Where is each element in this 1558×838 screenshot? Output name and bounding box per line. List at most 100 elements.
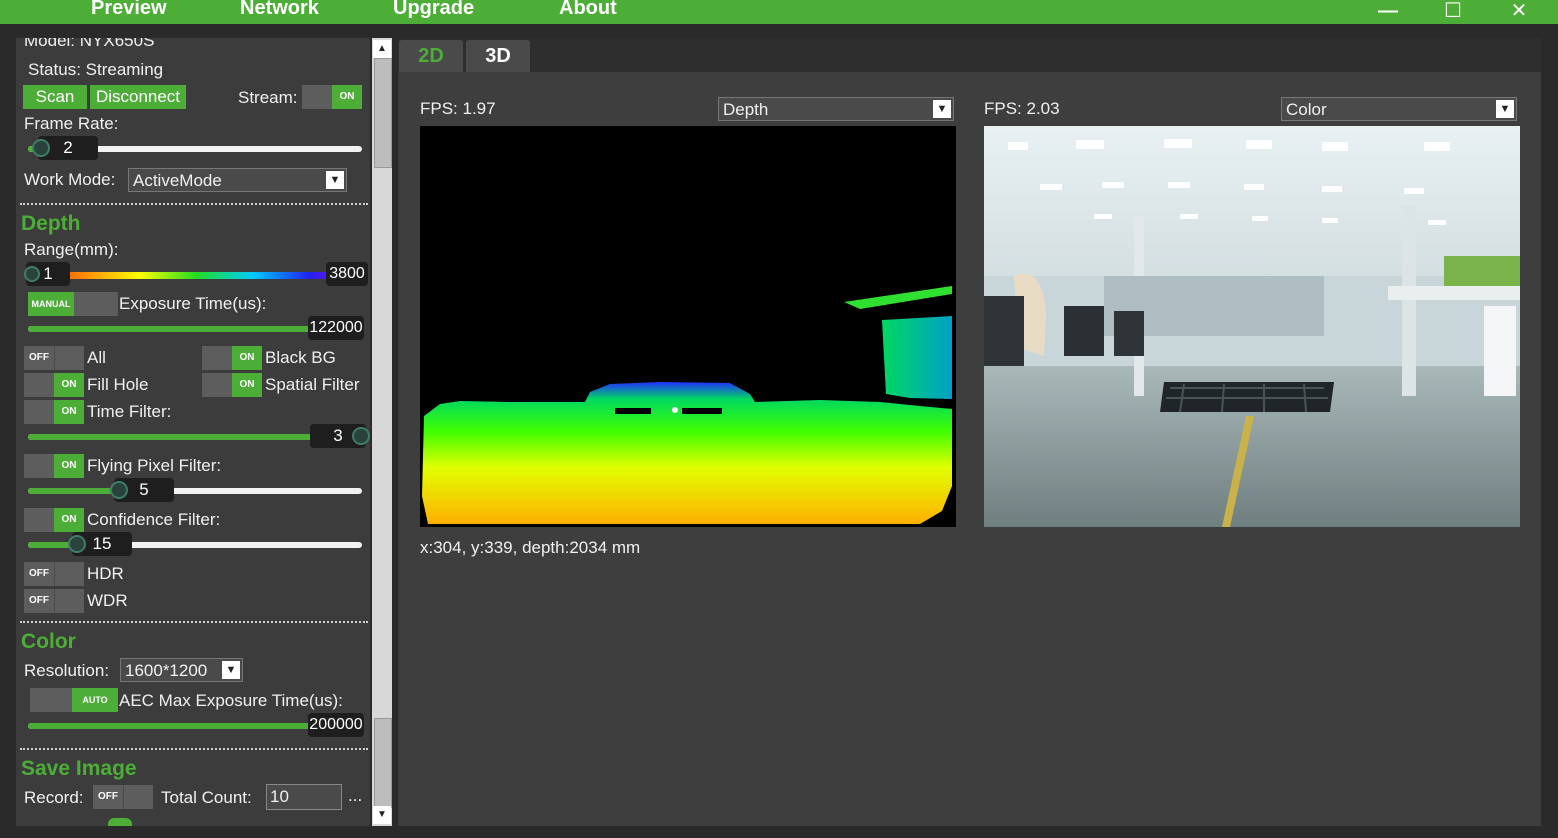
tab-2d[interactable]: 2D	[399, 40, 463, 72]
flying-pixel-thumb[interactable]	[110, 481, 128, 499]
snapshot-icon[interactable]	[108, 818, 132, 826]
record-toggle[interactable]: OFF	[93, 785, 153, 809]
spatial-label: Spatial Filter	[265, 375, 360, 394]
blackbg-toggle[interactable]: ON	[202, 346, 262, 370]
all-toggle-state: OFF	[24, 346, 55, 370]
all-label: All	[87, 348, 106, 367]
scan-button[interactable]: Scan	[23, 85, 87, 109]
settings-panel: Model: NYX650S Status: Streaming Scan Di…	[16, 38, 370, 826]
stream-label: Stream:	[238, 88, 298, 107]
status-label: Status: Streaming	[28, 60, 164, 79]
maximize-icon[interactable]: ☐	[1433, 0, 1473, 22]
resolution-label: Resolution:	[24, 661, 110, 680]
range-max-value: 3800	[326, 262, 368, 286]
record-label: Record:	[24, 788, 84, 807]
range-slider[interactable]: 1 3800	[24, 262, 368, 286]
work-mode-value: ActiveMode	[133, 171, 222, 190]
total-count-label: Total Count:	[161, 788, 252, 807]
spatial-toggle[interactable]: ON	[202, 373, 262, 397]
aec-toggle[interactable]: AUTO	[30, 688, 118, 712]
scroll-down-icon[interactable]: ▼	[373, 806, 391, 824]
minimize-icon[interactable]: —	[1368, 0, 1408, 22]
time-filter-slider[interactable]: 3	[28, 424, 370, 448]
chevron-down-icon: ▼	[933, 100, 951, 118]
time-filter-toggle-state: ON	[54, 400, 84, 424]
close-icon[interactable]: ✕	[1499, 0, 1539, 22]
color-section-title: Color	[21, 630, 76, 653]
flying-pixel-label: Flying Pixel Filter:	[87, 456, 222, 475]
stream-toggle[interactable]: ON	[302, 85, 362, 109]
right-view-select[interactable]: Color ▼	[1281, 97, 1517, 121]
right-view-mode: Color	[1286, 100, 1327, 119]
chevron-down-icon: ▼	[1496, 100, 1514, 118]
tab-3d[interactable]: 3D	[466, 40, 530, 72]
left-view-select[interactable]: Depth ▼	[718, 97, 954, 121]
exposure-slider[interactable]: 122000	[28, 316, 364, 340]
aec-value: 200000	[308, 713, 364, 737]
depth-map-graphic	[422, 286, 952, 524]
chevron-down-icon: ▼	[222, 661, 240, 679]
resolution-select[interactable]: 1600*1200 ▼	[120, 658, 243, 682]
divider	[20, 748, 368, 750]
wdr-toggle[interactable]: OFF	[24, 589, 84, 613]
depth-image[interactable]	[420, 126, 956, 527]
hdr-toggle[interactable]: OFF	[24, 562, 84, 586]
confidence-toggle-state: ON	[54, 508, 84, 532]
fillhole-toggle[interactable]: ON	[24, 373, 84, 397]
time-filter-thumb[interactable]	[352, 427, 370, 445]
chevron-down-icon: ▼	[326, 171, 344, 189]
scrollbar-thumb-bottom[interactable]	[374, 718, 392, 808]
exposure-value: 122000	[308, 316, 364, 340]
flying-pixel-slider[interactable]: 5	[28, 478, 362, 502]
record-toggle-state: OFF	[93, 785, 124, 809]
flying-pixel-toggle[interactable]: ON	[24, 454, 84, 478]
save-image-section-title: Save Image	[21, 757, 137, 780]
more-button[interactable]: ...	[348, 786, 362, 806]
confidence-slider[interactable]: 15	[28, 532, 362, 556]
exposure-label: Exposure Time(us):	[119, 294, 267, 313]
range-label: Range(mm):	[24, 240, 119, 259]
blackbg-toggle-state: ON	[232, 346, 262, 370]
all-toggle[interactable]: OFF	[24, 346, 84, 370]
view-panel: 2D 3D FPS: 1.97 Depth ▼ FPS: 2.03 Color …	[398, 38, 1541, 826]
menu-about[interactable]: About	[559, 0, 617, 20]
view-content: FPS: 1.97 Depth ▼ FPS: 2.03 Color ▼ x:30…	[398, 72, 1541, 826]
color-fps: FPS: 2.03	[984, 99, 1060, 118]
depth-section-title: Depth	[21, 212, 81, 235]
scroll-up-icon[interactable]: ▲	[373, 40, 391, 58]
model-label: Model: NYX650S	[24, 38, 155, 50]
pixel-info: x:304, y:339, depth:2034 mm	[420, 538, 641, 557]
range-min-thumb[interactable]	[24, 266, 40, 282]
color-image[interactable]	[984, 126, 1520, 527]
resolution-value: 1600*1200	[125, 661, 208, 680]
menu-preview[interactable]: Preview	[91, 0, 167, 20]
exposure-mode-toggle[interactable]: MANUAL	[28, 292, 118, 316]
work-mode-select[interactable]: ActiveMode ▼	[128, 168, 347, 192]
work-mode-label: Work Mode:	[24, 170, 116, 189]
divider	[20, 203, 368, 205]
frame-rate-thumb[interactable]	[32, 139, 50, 157]
menu-bar: Preview Network Upgrade About — ☐ ✕	[0, 0, 1558, 24]
aec-slider[interactable]: 200000	[28, 713, 364, 737]
time-filter-toggle[interactable]: ON	[24, 400, 84, 424]
view-tabbar: 2D 3D	[398, 38, 1541, 72]
stream-toggle-state: ON	[332, 85, 362, 109]
scrollbar-thumb-top[interactable]	[374, 58, 392, 168]
confidence-toggle[interactable]: ON	[24, 508, 84, 532]
flying-pixel-toggle-state: ON	[54, 454, 84, 478]
disconnect-button[interactable]: Disconnect	[90, 85, 186, 109]
fillhole-toggle-state: ON	[54, 373, 84, 397]
wdr-toggle-state: OFF	[24, 589, 55, 613]
aec-toggle-state: AUTO	[72, 688, 118, 712]
menu-upgrade[interactable]: Upgrade	[393, 0, 474, 20]
confidence-thumb[interactable]	[68, 535, 86, 553]
menu-network[interactable]: Network	[240, 0, 319, 20]
left-view-mode: Depth	[723, 100, 769, 119]
spatial-toggle-state: ON	[232, 373, 262, 397]
settings-scrollbar[interactable]: ▲ ▼	[372, 38, 392, 826]
blackbg-label: Black BG	[265, 348, 336, 367]
total-count-input[interactable]: 10	[266, 784, 342, 810]
confidence-label: Confidence Filter:	[87, 510, 221, 529]
depth-fps: FPS: 1.97	[420, 99, 496, 118]
frame-rate-slider[interactable]: 2	[28, 136, 362, 160]
